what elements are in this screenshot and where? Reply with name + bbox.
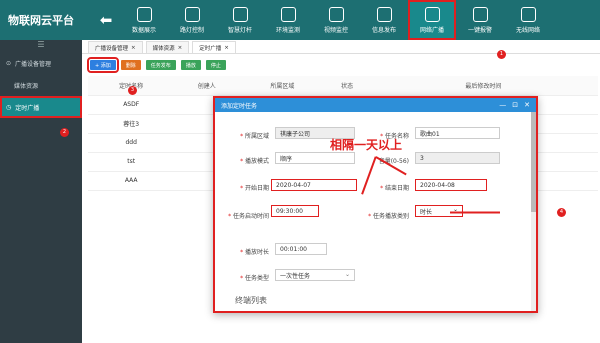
annotation-arrow-line — [450, 212, 500, 214]
table-cell: ddd — [88, 133, 175, 153]
minimize-icon[interactable]: — — [499, 101, 506, 109]
device-icon: ⊙ — [6, 59, 12, 67]
nav-item-3[interactable]: 环境监测 — [264, 0, 312, 40]
wifi-icon — [520, 6, 536, 22]
monitor-icon — [136, 6, 152, 22]
annotation-note: 相隔一天以上 — [330, 138, 403, 152]
nav-item-label: 路灯控制 — [179, 26, 204, 34]
dialog-header: 添加定时任务 — ⊡ ✕ — [215, 98, 536, 112]
clock-icon: ◷ — [6, 103, 12, 111]
callout-badge-1: 1 — [497, 50, 506, 59]
app-title: 物联网云平台 — [8, 14, 74, 27]
nav-item-6[interactable]: 网络广播 — [408, 0, 456, 40]
tab-label: 广播设备管理 — [95, 45, 129, 52]
task-type-label: 任务类型 — [244, 275, 269, 282]
table-cell: 蓉往3 — [88, 114, 175, 134]
area-label: 所属区域 — [244, 133, 269, 140]
column-header: 状态 — [325, 76, 369, 96]
nav-item-label: 数据展示 — [131, 26, 156, 34]
tab-label: 媒体资源 — [152, 45, 175, 52]
play-type-select[interactable]: 时长 — [415, 205, 463, 217]
tab-media[interactable]: 媒体资源 × — [145, 41, 190, 53]
tab-label: 定时广播 — [199, 45, 222, 52]
tab-scheduled-broadcast[interactable]: 定时广播 × — [192, 41, 236, 53]
sidebar-item-label: 定时广播 — [15, 104, 40, 112]
close-icon[interactable]: × — [131, 45, 136, 51]
sidebar: ☰ ⊙ 广播设备管理 媒体资源 ◷ 定时广播 — [0, 40, 82, 343]
leaf-icon — [280, 6, 296, 22]
top-bar: 物联网云平台 ⬅ 数据展示 路灯控制 智慧灯杆 环境监测 视频监控 信息发布 网络广播 一键报… — [0, 0, 600, 40]
nav-item-label: 无线网络 — [515, 26, 540, 34]
nav-item-label: 智慧灯杆 — [227, 26, 252, 34]
nav-item-1[interactable]: 路灯控制 — [168, 0, 216, 40]
table-cell: ASDF — [88, 95, 175, 115]
nav-item-2[interactable]: 智慧灯杆 — [216, 0, 264, 40]
back-arrow-icon[interactable]: ⬅ — [92, 11, 120, 29]
column-header: 最后修改时间 — [368, 76, 598, 96]
close-icon[interactable]: × — [178, 45, 183, 51]
start-date-label: 开始日期 — [244, 185, 269, 192]
sidebar-item-broadcast-devices[interactable]: ⊙ 广播设备管理 — [0, 52, 82, 74]
info-icon — [376, 6, 392, 22]
play-type-label: 任务播放类别 — [372, 213, 409, 220]
play-mode-label: 播放模式 — [244, 158, 269, 165]
toolbar: + 添加 删除 任务发布 播放 停止 — [82, 54, 600, 76]
camera-icon — [328, 6, 344, 22]
dialog-title: 添加定时任务 — [221, 102, 258, 110]
add-task-dialog: 添加定时任务 — ⊡ ✕ * 所属区域 祺康子公司 * 任务名称 歌曲01 * … — [213, 96, 538, 313]
tab-broadcast-devices[interactable]: 广播设备管理 × — [88, 41, 143, 53]
stop-button[interactable]: 停止 — [205, 60, 226, 70]
play-button[interactable]: 播放 — [180, 60, 201, 70]
nav-item-8[interactable]: 无线网络 — [504, 0, 552, 40]
nav-item-label: 信息发布 — [371, 26, 396, 34]
alarm-icon — [472, 6, 488, 22]
task-name-input[interactable]: 歌曲01 — [415, 127, 500, 139]
callout-badge-4: 4 — [557, 208, 566, 217]
nav-item-5[interactable]: 信息发布 — [360, 0, 408, 40]
nav-item-7[interactable]: 一键报警 — [456, 0, 504, 40]
task-type-select[interactable]: 一次性任务 — [275, 269, 355, 281]
menu-toggle-icon[interactable]: ☰ — [0, 40, 82, 52]
column-header: 所属区域 — [239, 76, 326, 96]
end-date-label: 结束日期 — [384, 185, 409, 192]
sidebar-item-scheduled-broadcast[interactable]: ◷ 定时广播 — [0, 96, 82, 118]
nav-item-label: 环境监测 — [275, 26, 300, 34]
callout-badge-2: 2 — [60, 128, 69, 137]
sidebar-item-label: 广播设备管理 — [15, 60, 52, 68]
nav-item-label: 视频监控 — [323, 26, 348, 34]
add-button[interactable]: + 添加 — [87, 57, 119, 73]
table-cell: AAA — [88, 171, 175, 191]
publish-button[interactable]: 任务发布 — [145, 60, 176, 70]
pole-icon — [232, 6, 248, 22]
bulb-icon — [184, 6, 200, 22]
sidebar-item-label: 媒体资源 — [14, 82, 39, 90]
tab-bar: 广播设备管理 × 媒体资源 × 定时广播 × — [82, 40, 600, 54]
terminal-list-heading: 终端列表 — [235, 296, 267, 305]
sidebar-item-media[interactable]: 媒体资源 — [0, 74, 82, 96]
start-date-input[interactable]: 2020-04-07 — [271, 179, 357, 191]
close-icon[interactable]: × — [224, 45, 229, 51]
nav-item-label: 网络广播 — [419, 26, 444, 34]
close-icon[interactable]: ✕ — [524, 101, 530, 109]
speaker-icon — [424, 6, 440, 22]
duration-label: 播放时长 — [244, 249, 269, 256]
nav-item-0[interactable]: 数据展示 — [120, 0, 168, 40]
volume-input[interactable]: 3 — [415, 152, 500, 164]
end-date-input[interactable]: 2020-04-08 — [415, 179, 487, 191]
table-cell: tst — [88, 152, 175, 172]
dialog-scrollbar-thumb[interactable] — [531, 112, 536, 212]
duration-input[interactable]: 00:01:00 — [275, 243, 327, 255]
delete-button[interactable]: 删除 — [120, 60, 141, 70]
chevron-down-icon: ⌄ — [345, 271, 351, 278]
callout-badge-3: 3 — [128, 86, 137, 95]
start-time-input[interactable]: 09:30:00 — [271, 205, 319, 217]
play-mode-select[interactable]: 顺序 — [275, 152, 355, 164]
column-header: 创建人 — [174, 76, 240, 96]
start-time-label: 任务启动时间 — [232, 213, 269, 220]
nav-item-4[interactable]: 视频监控 — [312, 0, 360, 40]
nav-item-label: 一键报警 — [467, 26, 492, 34]
maximize-icon[interactable]: ⊡ — [512, 101, 518, 109]
